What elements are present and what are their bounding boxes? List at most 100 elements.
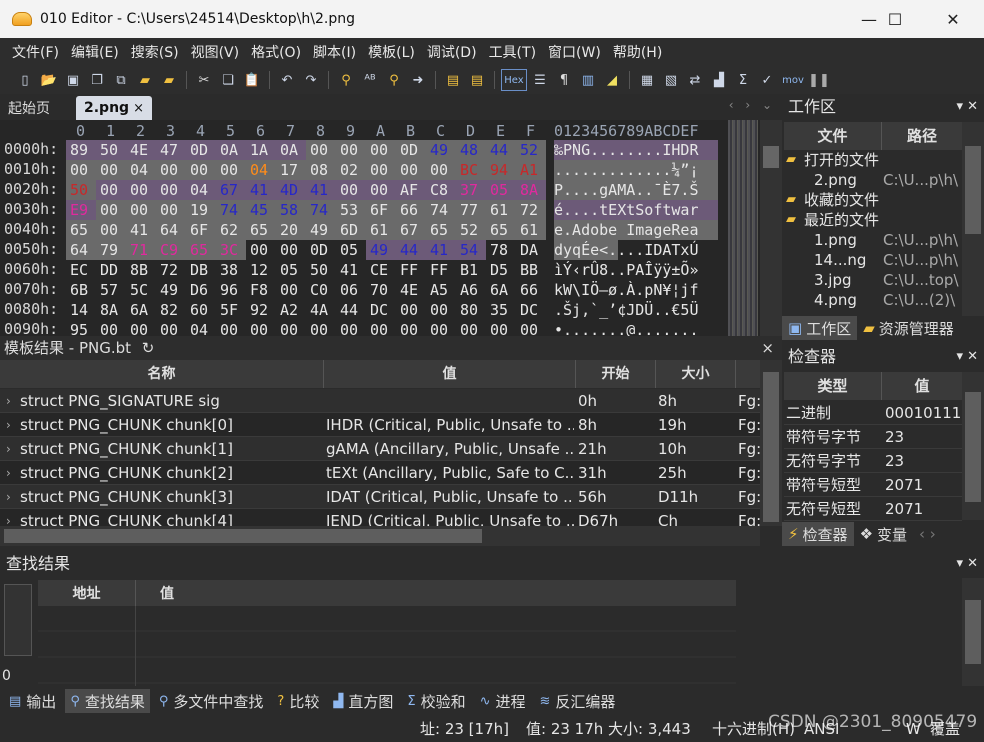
hex-row[interactable]: 0030h: E9 00 00 00 19 74 45 58 74 53 6F 66 74 77 61 72 é.… xyxy=(0,200,760,220)
hex-byte[interactable]: 61 xyxy=(486,200,516,220)
scroll-thumb[interactable] xyxy=(763,372,779,522)
folder-icon[interactable]: ▰ xyxy=(134,69,156,91)
template-vertical-scrollbar[interactable] xyxy=(760,360,782,526)
hex-byte[interactable]: 00 xyxy=(336,320,366,336)
hex-ascii[interactable]: .Šj‚`_’¢JDÜ..€5Ü xyxy=(554,300,718,320)
hex-byte[interactable]: 04 xyxy=(246,160,276,180)
menu-item[interactable]: 帮助(H) xyxy=(607,42,668,62)
hex-byte[interactable]: A2 xyxy=(276,300,306,320)
hex-byte[interactable]: 41 xyxy=(246,180,276,200)
pause-icon[interactable]: ❚❚ xyxy=(808,69,830,91)
menu-item[interactable]: 编辑(E) xyxy=(65,42,125,62)
hex-byte[interactable]: 72 xyxy=(156,260,186,280)
bottom-tab[interactable]: ▟ 直方图 xyxy=(328,689,398,713)
hex-byte[interactable]: 66 xyxy=(396,200,426,220)
bottom-tab[interactable]: ∿ 进程 xyxy=(475,689,531,713)
hex-byte[interactable]: 4A xyxy=(306,300,336,320)
hex-byte[interactable]: 04 xyxy=(186,180,216,200)
hex-byte[interactable]: 4D xyxy=(276,180,306,200)
workspace-file[interactable]: 14...ng C:\U...p\h\ xyxy=(784,250,962,270)
bottom-tab[interactable]: ▤ 输出 xyxy=(4,689,61,713)
hex-byte[interactable]: 00 xyxy=(426,300,456,320)
histogram-icon[interactable]: ▟ xyxy=(708,69,730,91)
hex-byte[interactable]: 00 xyxy=(96,220,126,240)
hex-byte[interactable]: 41 xyxy=(336,260,366,280)
hex-byte[interactable]: 00 xyxy=(456,320,486,336)
hex-byte[interactable]: 50 xyxy=(96,140,126,160)
hex-byte[interactable]: 00 xyxy=(156,180,186,200)
hex-byte[interactable]: 00 xyxy=(276,320,306,336)
menu-item[interactable]: 模板(L) xyxy=(362,42,421,62)
hex-byte[interactable]: 00 xyxy=(306,140,336,160)
hex-byte[interactable]: 49 xyxy=(426,140,456,160)
menu-item[interactable]: 调试(D) xyxy=(421,42,483,62)
hex-byte[interactable]: 00 xyxy=(336,180,366,200)
hex-byte[interactable]: 67 xyxy=(216,180,246,200)
hex-byte[interactable]: 57 xyxy=(96,280,126,300)
panel-menu-close-icon[interactable]: ▾ ✕ xyxy=(956,552,978,576)
hex-byte[interactable]: 74 xyxy=(216,200,246,220)
maximize-button[interactable]: ☐ xyxy=(872,0,918,38)
hex-byte[interactable]: 61 xyxy=(366,220,396,240)
columns-icon[interactable]: ▥ xyxy=(577,69,599,91)
hex-byte[interactable]: 00 xyxy=(216,160,246,180)
hex-byte[interactable]: 00 xyxy=(156,200,186,220)
hex-ascii[interactable]: ‰PNG........IHDR xyxy=(554,140,718,160)
hex-row[interactable]: 0060h: EC DD 8B 72 DB 38 12 05 50 41 CE FF FF B1 D5 BB ìÝ… xyxy=(0,260,760,280)
inspector-value[interactable]: 23 xyxy=(885,425,962,449)
hex-byte[interactable]: 41 xyxy=(126,220,156,240)
hex-byte[interactable]: 96 xyxy=(216,280,246,300)
hex-byte[interactable]: 00 xyxy=(276,280,306,300)
expand-arrow-icon[interactable]: › xyxy=(6,389,18,413)
menu-item[interactable]: 视图(V) xyxy=(185,42,246,62)
hex-byte[interactable]: 1A xyxy=(246,140,276,160)
find-in-files-icon[interactable]: ⚲ xyxy=(383,69,405,91)
hex-byte[interactable]: 00 xyxy=(426,160,456,180)
inspector-value[interactable]: 2071 xyxy=(885,497,962,521)
hex-byte[interactable]: 05 xyxy=(276,260,306,280)
template-row[interactable]: › struct PNG_CHUNK chunk[2] tEXt (Ancillar… xyxy=(0,461,760,485)
hex-byte[interactable]: BB xyxy=(516,260,546,280)
menu-item[interactable]: 窗口(W) xyxy=(542,42,607,62)
workspace-folder[interactable]: ▰ 收藏的文件 xyxy=(784,190,962,210)
hex-byte[interactable]: 00 xyxy=(486,320,516,336)
menu-item[interactable]: 工具(T) xyxy=(483,42,542,62)
hex-byte[interactable]: 8B xyxy=(126,260,156,280)
hex-byte[interactable]: 17 xyxy=(276,160,306,180)
hex-byte[interactable]: 04 xyxy=(186,320,216,336)
hex-ascii[interactable]: ìÝ‹rÛ8..PAÎÿÿ±Õ» xyxy=(554,260,718,280)
hex-byte[interactable]: 80 xyxy=(456,300,486,320)
template-row[interactable]: › struct PNG_CHUNK chunk[3] IDAT (Critical… xyxy=(0,485,760,509)
hex-byte[interactable]: 52 xyxy=(456,220,486,240)
hex-byte[interactable]: 00 xyxy=(306,320,336,336)
hex-byte[interactable]: 0A xyxy=(276,140,306,160)
expand-arrow-icon[interactable]: › xyxy=(6,437,18,461)
hex-byte[interactable]: 35 xyxy=(486,300,516,320)
hex-byte[interactable]: BC xyxy=(456,160,486,180)
scroll-thumb[interactable] xyxy=(4,529,482,543)
find-results-list[interactable] xyxy=(38,606,736,686)
inspector-row[interactable]: 无符号字节 23 xyxy=(784,449,962,473)
hex-byte[interactable]: 00 xyxy=(276,240,306,260)
select-icon[interactable]: ✓ xyxy=(756,69,778,91)
hex-byte[interactable]: C9 xyxy=(156,240,186,260)
hex-byte[interactable]: EC xyxy=(66,260,96,280)
copy-icon[interactable]: ❏ xyxy=(217,69,239,91)
hex-byte[interactable]: 50 xyxy=(66,180,96,200)
hex-byte[interactable]: FF xyxy=(396,260,426,280)
hex-byte[interactable]: 00 xyxy=(366,160,396,180)
hex-byte[interactable]: 6B xyxy=(66,280,96,300)
hex-byte[interactable]: 20 xyxy=(276,220,306,240)
column-path[interactable]: 路径 xyxy=(882,122,962,150)
hex-byte[interactable]: 00 xyxy=(246,240,276,260)
hex-byte[interactable]: 95 xyxy=(66,320,96,336)
scroll-thumb[interactable] xyxy=(763,146,779,168)
hex-byte[interactable]: 38 xyxy=(216,260,246,280)
tab-close-icon[interactable]: × xyxy=(133,101,144,116)
hex-byte[interactable]: 60 xyxy=(186,300,216,320)
new-file-icon[interactable]: ▯ xyxy=(14,69,36,91)
hex-editor[interactable]: 0 1 2 3 4 5 6 7 8 9 A B C D E F 0123456789ABCDEF 0000h: 8… xyxy=(0,120,782,336)
bottom-tab[interactable]: ? 比较 xyxy=(272,689,324,713)
hex-byte[interactable]: 6F xyxy=(186,220,216,240)
inspector-row[interactable]: 带符号短型 2071 xyxy=(784,473,962,497)
